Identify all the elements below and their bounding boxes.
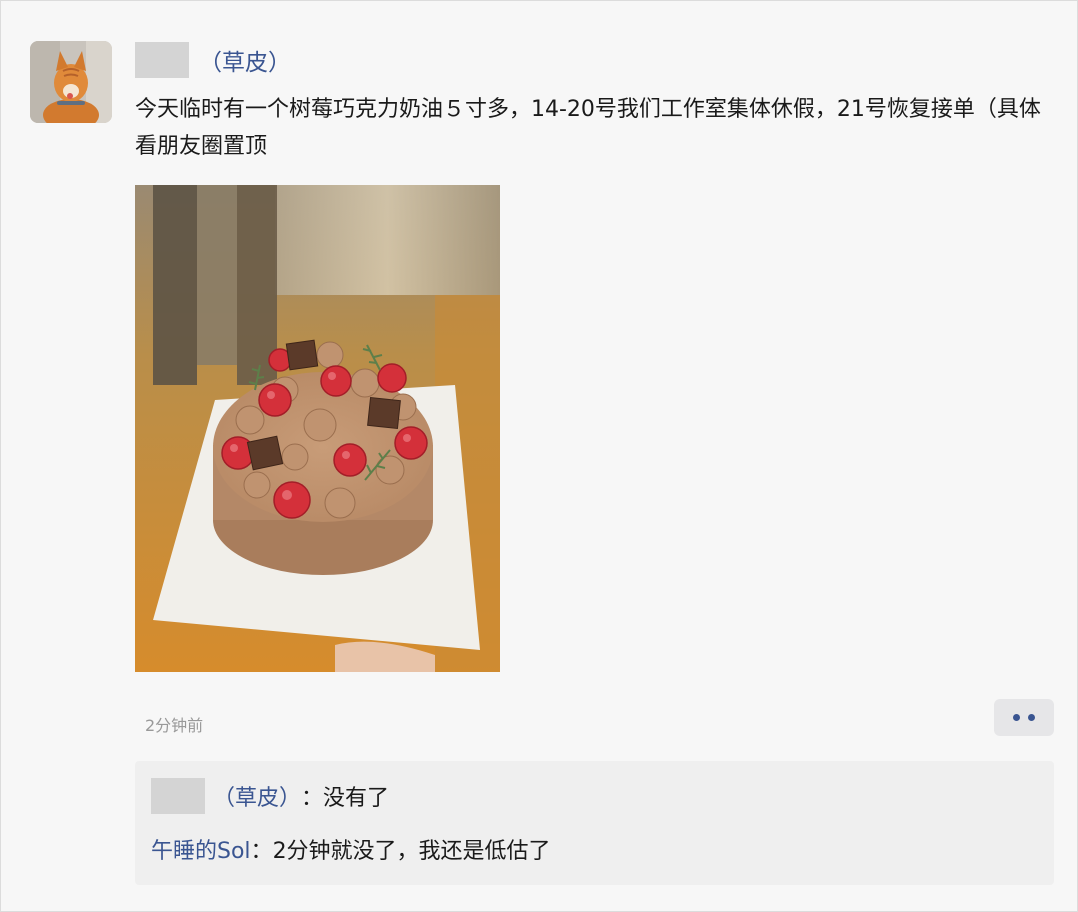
more-dots-icon: [1013, 714, 1020, 721]
comment-item[interactable]: 午睡的Sol ： 2分钟就没了，我还是低估了: [151, 831, 551, 867]
more-dots-icon: [1028, 714, 1035, 721]
more-actions-button[interactable]: [994, 699, 1054, 736]
comment-author[interactable]: 午睡的Sol: [151, 833, 251, 865]
moments-post-card: （草皮） 今天临时有一个树莓巧克力奶油５寸多，14-20号我们工作室集体休假，2…: [0, 0, 1078, 912]
post-photo[interactable]: [135, 185, 500, 672]
comment-text: 2分钟就没了，我还是低估了: [272, 839, 551, 864]
post-text: 今天临时有一个树莓巧克力奶油５寸多，14-20号我们工作室集体休假，21号恢复接…: [135, 97, 1041, 159]
comment-separator: ：: [301, 786, 324, 811]
cat-avatar-image: [30, 41, 112, 123]
comment-author[interactable]: （草皮）: [213, 780, 301, 812]
comment-text: 没有了: [323, 786, 390, 811]
comment-separator: ：: [250, 839, 273, 864]
comment-author-redacted: [151, 778, 205, 814]
comment-item[interactable]: （草皮） ： 没有了: [151, 778, 389, 814]
author-name-redacted: [135, 42, 189, 78]
post-author[interactable]: （草皮）: [135, 42, 291, 78]
cake-photo-image: [135, 185, 500, 672]
comments-panel: （草皮） ： 没有了 午睡的Sol ： 2分钟就没了，我还是低估了: [135, 761, 1054, 885]
post-timestamp: 2分钟前: [145, 716, 204, 735]
avatar[interactable]: [30, 41, 112, 123]
author-name-tag[interactable]: （草皮）: [199, 43, 291, 77]
